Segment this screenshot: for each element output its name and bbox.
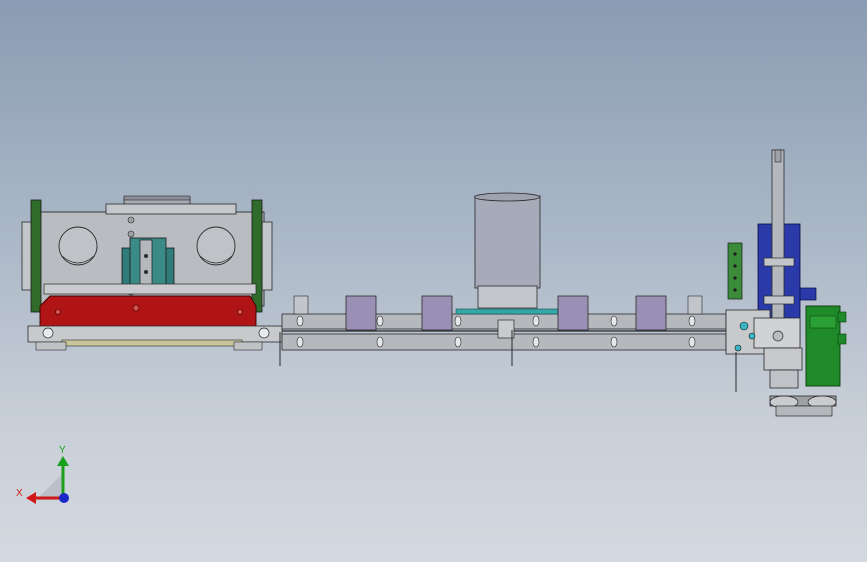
pallet [345,295,377,331]
green-side-plate-left [30,199,42,313]
pallet [557,295,589,331]
rail-slot [532,336,540,348]
z-axis-dot [59,493,69,503]
tall-cylinder [474,192,541,309]
right-bracket [261,221,273,291]
rail-slot [296,336,304,348]
conveyor [279,192,727,366]
rail-slot [688,315,696,327]
press-station [21,195,283,351]
rail-slot [376,315,384,327]
cyan-strip [455,308,559,315]
cad-viewport[interactable]: Y X [0,0,867,562]
pallet [421,295,453,331]
rail-slot [454,336,462,348]
rail-slot [532,315,540,327]
axis-triad[interactable]: Y X [16,445,69,504]
rail-slot [610,336,618,348]
rail-slot [296,315,304,327]
green-side-plate-right [251,199,263,313]
drive-station [725,149,847,417]
x-axis-label: X [16,488,23,499]
rail-slot [376,336,384,348]
housing-window-right [196,226,236,266]
pallet [635,295,667,331]
y-axis-label: Y [59,445,66,456]
housing-window-left [58,226,98,266]
rail-slot [688,336,696,348]
rail-slot [454,315,462,327]
rail-slot [610,315,618,327]
teal-slider-block [121,237,175,289]
